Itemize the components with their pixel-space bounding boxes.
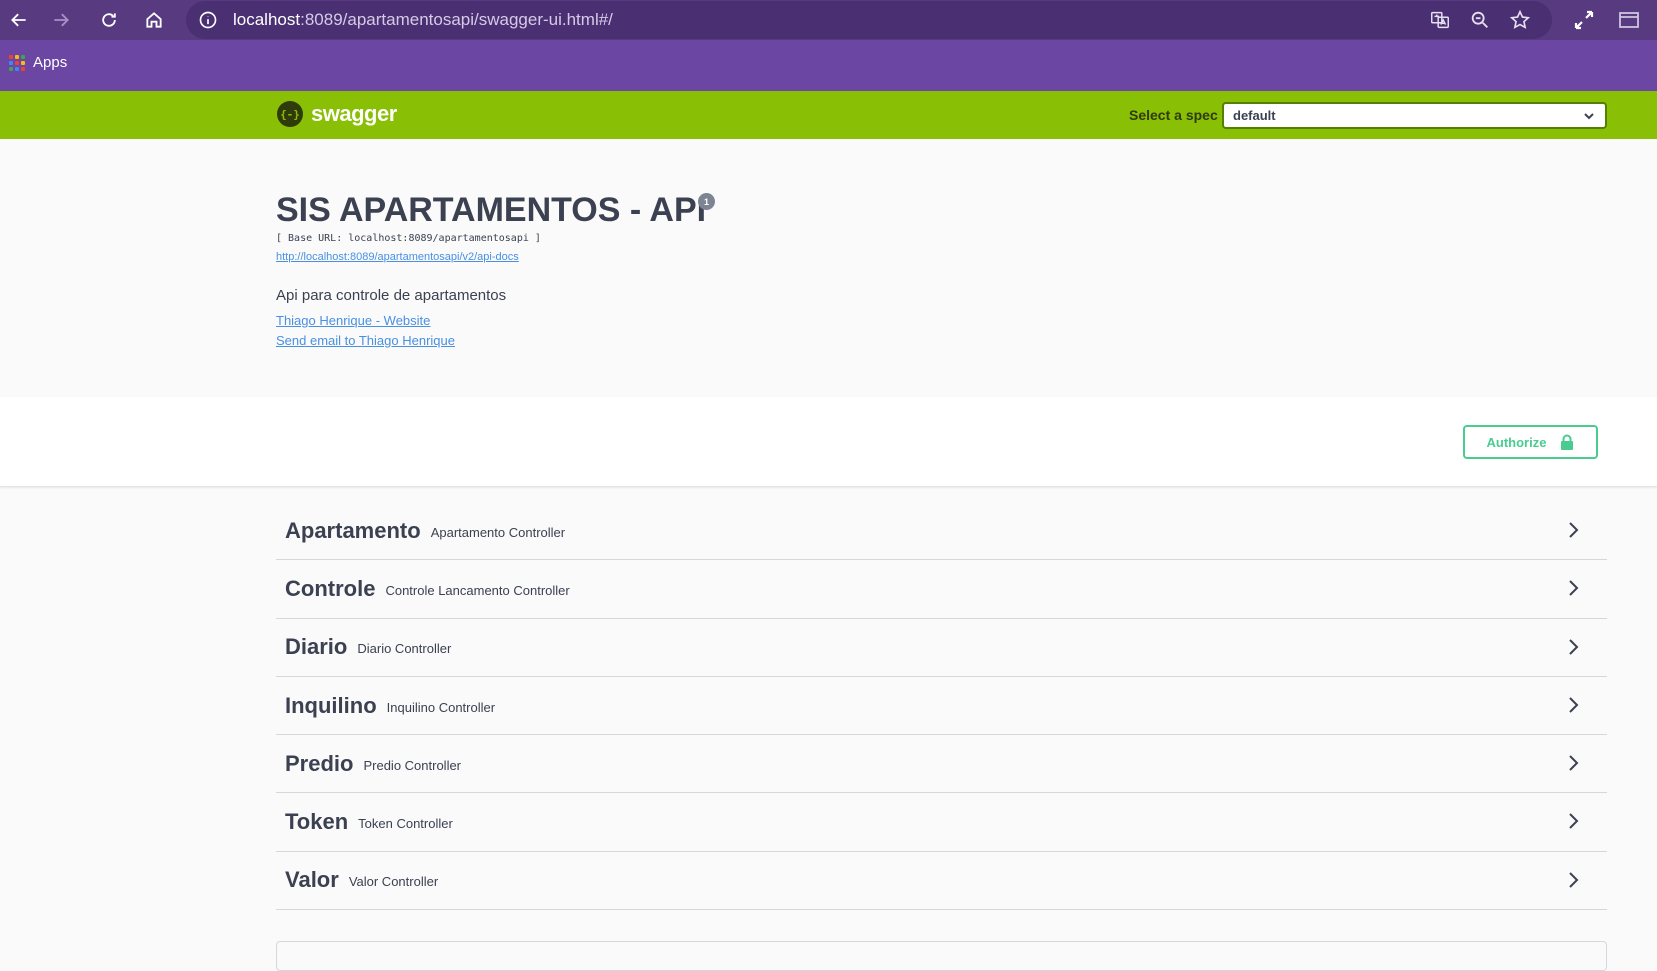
models-section[interactable] — [276, 941, 1607, 971]
authorize-button[interactable]: Authorize — [1463, 425, 1598, 459]
browser-toolbar: localhost:8089/apartamentosapi/swagger-u… — [0, 0, 1657, 40]
bookmarks-bar: Apps — [0, 40, 1657, 91]
contact-website-link[interactable]: Thiago Henrique - Website — [276, 313, 430, 328]
home-button[interactable] — [140, 6, 168, 34]
url-host: localhost — [233, 10, 301, 29]
swagger-logo-text: swagger — [311, 101, 397, 126]
back-button[interactable] — [5, 6, 33, 34]
chevron-right-icon[interactable] — [1563, 811, 1583, 831]
tag-section[interactable]: Inquilino Inquilino Controller — [276, 677, 1607, 736]
chevron-right-icon[interactable] — [1563, 753, 1583, 773]
tag-description: Valor Controller — [348, 874, 439, 890]
reload-icon — [102, 13, 116, 27]
tag-section[interactable]: Diario Diario Controller — [276, 619, 1607, 677]
url-text[interactable]: localhost:8089/apartamentosapi/swagger-u… — [233, 10, 613, 30]
tag-section[interactable]: Token Token Controller — [276, 793, 1607, 852]
tag-description: Controle Lancamento Controller — [385, 582, 570, 598]
home-icon — [146, 12, 162, 28]
tag-name: Controle — [285, 575, 376, 601]
tag-name: Predio — [285, 750, 354, 776]
api-title: SIS APARTAMENTOS - API — [276, 191, 707, 229]
authorize-label: Authorize — [1486, 434, 1547, 450]
chevron-right-icon[interactable] — [1563, 870, 1583, 890]
version-badge: 1 — [698, 193, 715, 210]
tag-description: Apartamento Controller — [430, 524, 566, 540]
site-info-icon[interactable] — [198, 10, 218, 30]
api-info: SIS APARTAMENTOS - API 1 [ Base URL: loc… — [276, 139, 1606, 397]
tag-section[interactable]: Predio Predio Controller — [276, 735, 1607, 794]
apps-label: Apps — [33, 54, 68, 71]
zoom-icon[interactable] — [1469, 9, 1491, 31]
apps-shortcut[interactable]: Apps — [9, 54, 67, 71]
tag-section[interactable]: Valor Valor Controller — [276, 852, 1607, 911]
operation-tags: Apartamento Apartamento Controller Contr… — [276, 502, 1607, 911]
tag-name: Diario — [285, 634, 348, 660]
tag-description: Predio Controller — [363, 757, 462, 773]
tag-description: Diario Controller — [357, 641, 452, 657]
tag-section[interactable]: Apartamento Apartamento Controller — [276, 502, 1607, 561]
tag-name: Apartamento — [285, 517, 421, 543]
api-docs-link[interactable]: http://localhost:8089/apartamentosapi/v2… — [276, 251, 519, 263]
bookmark-star-icon[interactable] — [1509, 9, 1531, 31]
contact-email-link[interactable]: Send email to Thiago Henrique — [276, 333, 455, 348]
tag-description: Inquilino Controller — [386, 699, 496, 715]
url-path: :8089/apartamentosapi/swagger-ui.html#/ — [300, 10, 613, 29]
forward-button[interactable] — [47, 6, 75, 34]
address-bar[interactable]: localhost:8089/apartamentosapi/swagger-u… — [186, 1, 1552, 39]
swagger-logo[interactable]: {-} swagger — [277, 101, 397, 127]
spec-select-value: default — [1233, 108, 1276, 123]
translate-icon[interactable] — [1429, 9, 1451, 31]
scheme-container: Authorize — [0, 397, 1657, 487]
chevron-right-icon[interactable] — [1563, 637, 1583, 657]
fullscreen-icon[interactable] — [1572, 8, 1596, 32]
tag-section[interactable]: Controle Controle Lancamento Controller — [276, 560, 1607, 619]
arrow-left-icon — [11, 13, 26, 27]
tag-description: Token Controller — [358, 816, 453, 832]
chevron-right-icon[interactable] — [1563, 520, 1583, 540]
spec-select[interactable]: default — [1222, 102, 1607, 129]
arrow-right-icon — [54, 13, 69, 27]
chevron-right-icon[interactable] — [1563, 695, 1583, 715]
window-icon[interactable] — [1617, 8, 1641, 32]
spec-select-label: Select a spec — [1129, 107, 1218, 123]
chevron-right-icon[interactable] — [1563, 578, 1583, 598]
tag-name: Inquilino — [285, 692, 377, 718]
swagger-logo-icon: {-} — [277, 101, 303, 127]
api-description: Api para controle de apartamentos — [276, 287, 507, 304]
reload-button[interactable] — [95, 6, 123, 34]
lock-icon — [1561, 434, 1574, 450]
base-url: [ Base URL: localhost:8089/apartamentosa… — [276, 233, 541, 244]
swagger-topbar: {-} swagger Select a spec default — [0, 91, 1657, 139]
apps-grid-icon — [9, 54, 25, 71]
tag-name: Token — [285, 809, 349, 835]
tag-name: Valor — [285, 867, 339, 893]
chevron-down-icon — [1584, 113, 1594, 120]
